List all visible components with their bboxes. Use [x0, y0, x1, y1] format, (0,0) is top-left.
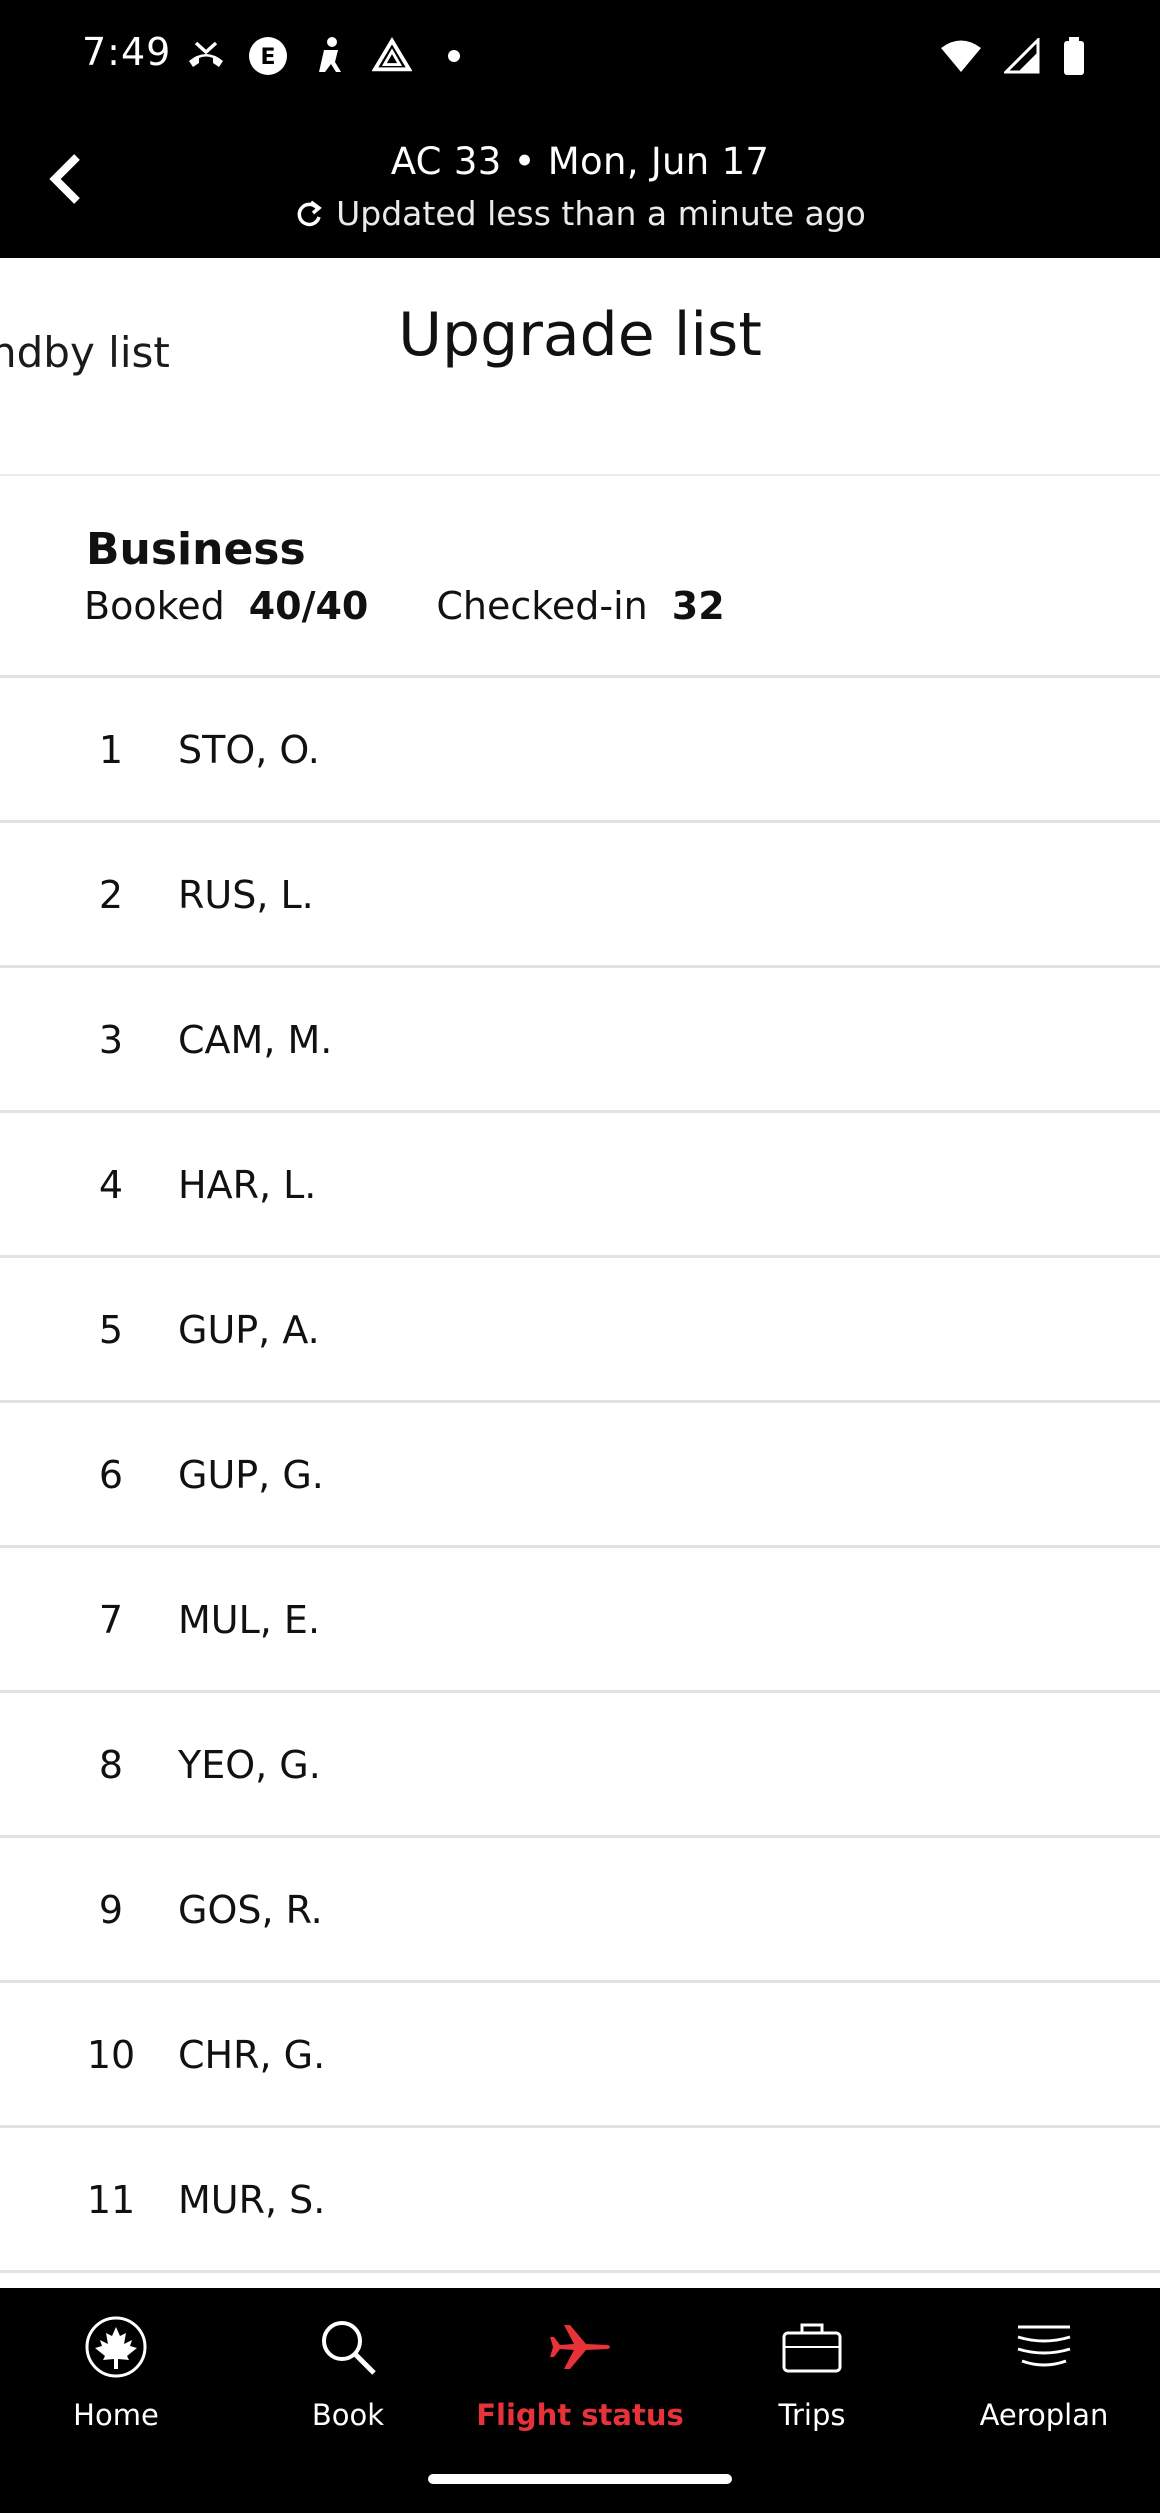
aeroplan-icon	[1009, 2312, 1079, 2382]
list-item-rank: 8	[98, 1743, 124, 1787]
cabin-summary: Business Booked 40/40 Checked-in 32	[0, 476, 1160, 678]
drive-icon	[372, 36, 412, 76]
home-indicator[interactable]	[428, 2474, 732, 2484]
tab-upgrade-list[interactable]: Upgrade list	[0, 300, 1160, 370]
booked-label: Booked	[84, 584, 225, 628]
list-item: 6 GUP, G.	[0, 1403, 1160, 1548]
list-item-name: HAR, L.	[178, 1163, 317, 1207]
battery-icon	[1062, 36, 1086, 80]
nav-home-label: Home	[73, 2398, 159, 2432]
wifi-icon	[940, 39, 982, 77]
e-badge-icon: E	[248, 36, 288, 76]
upgrade-list[interactable]: 1 STO, O. 2 RUS, L. 3 CAM, M. 4 HAR, L. 5 GUP…	[0, 678, 1160, 2273]
list-item-rank: 4	[98, 1163, 124, 1207]
checked-in-label: Checked-in	[436, 584, 648, 628]
system-icons	[940, 36, 1086, 80]
list-item-name: RUS, L.	[178, 873, 314, 917]
update-status[interactable]: Updated less than a minute ago	[0, 194, 1160, 233]
checked-in-value: 32	[671, 584, 725, 628]
list-item-name: YEO, G.	[178, 1743, 321, 1787]
list-item-rank: 1	[98, 728, 124, 772]
list-item-rank: 2	[98, 873, 124, 917]
notification-icons: E	[186, 36, 474, 76]
list-item-rank: 7	[98, 1598, 124, 1642]
booked-value: 40/40	[248, 584, 369, 628]
list-item: 9 GOS, R.	[0, 1838, 1160, 1983]
app-header: AC 33 • Mon, Jun 17 Updated less than a …	[0, 118, 1160, 258]
list-item-name: CAM, M.	[178, 1018, 333, 1062]
list-item-rank: 10	[86, 2033, 136, 2077]
list-item: 8 YEO, G.	[0, 1693, 1160, 1838]
airplane-icon	[545, 2312, 615, 2382]
list-item-rank: 3	[98, 1018, 124, 1062]
nav-aeroplan-label: Aeroplan	[979, 2398, 1109, 2432]
list-item: 7 MUL, E.	[0, 1548, 1160, 1693]
list-item-rank: 5	[98, 1308, 124, 1352]
list-item-name: GUP, A.	[178, 1308, 320, 1352]
nav-book[interactable]: Book	[232, 2312, 464, 2452]
list-tabs: ndby list Upgrade list	[0, 258, 1160, 476]
list-item: 3 CAM, M.	[0, 968, 1160, 1113]
list-item-rank: 6	[98, 1453, 124, 1497]
update-status-text: Updated less than a minute ago	[336, 194, 866, 233]
nav-flight-status[interactable]: Flight status	[464, 2312, 696, 2452]
status-bar: 7:49 E	[0, 0, 1160, 118]
status-time: 7:49	[82, 30, 172, 74]
list-item-rank: 9	[98, 1888, 124, 1932]
list-item: 1 STO, O.	[0, 678, 1160, 823]
cabin-stats: Booked 40/40 Checked-in 32	[84, 584, 793, 628]
bottom-nav: Home Book Flight status Trips Aeroplan	[0, 2288, 1160, 2513]
search-icon	[313, 2312, 383, 2382]
list-item-name: GUP, G.	[178, 1453, 324, 1497]
nav-trips[interactable]: Trips	[696, 2312, 928, 2452]
briefcase-icon	[777, 2312, 847, 2382]
maple-leaf-icon	[81, 2312, 151, 2382]
list-item-name: STO, O.	[178, 728, 320, 772]
nav-flight-status-label: Flight status	[476, 2398, 684, 2432]
signal-icon	[1002, 36, 1040, 78]
missed-call-icon	[186, 36, 226, 76]
nav-book-label: Book	[311, 2398, 385, 2432]
nav-home[interactable]: Home	[0, 2312, 232, 2452]
list-item: 4 HAR, L.	[0, 1113, 1160, 1258]
flight-title: AC 33 • Mon, Jun 17	[390, 140, 770, 183]
dot-icon	[434, 36, 474, 76]
nav-aeroplan[interactable]: Aeroplan	[928, 2312, 1160, 2452]
cabin-name: Business	[86, 524, 306, 575]
accessibility-icon	[310, 36, 350, 76]
list-item-name: MUL, E.	[178, 1598, 321, 1642]
list-item-name: GOS, R.	[178, 1888, 323, 1932]
refresh-icon	[297, 200, 322, 226]
list-item: 10 CHR, G.	[0, 1983, 1160, 2128]
nav-trips-label: Trips	[778, 2398, 846, 2432]
svg-text:E: E	[260, 45, 275, 70]
list-item-name: MUR, S.	[178, 2178, 326, 2222]
list-item-rank: 11	[86, 2178, 136, 2222]
list-item: 2 RUS, L.	[0, 823, 1160, 968]
list-item: 11 MUR, S.	[0, 2128, 1160, 2273]
list-item: 5 GUP, A.	[0, 1258, 1160, 1403]
list-item-name: CHR, G.	[178, 2033, 326, 2077]
